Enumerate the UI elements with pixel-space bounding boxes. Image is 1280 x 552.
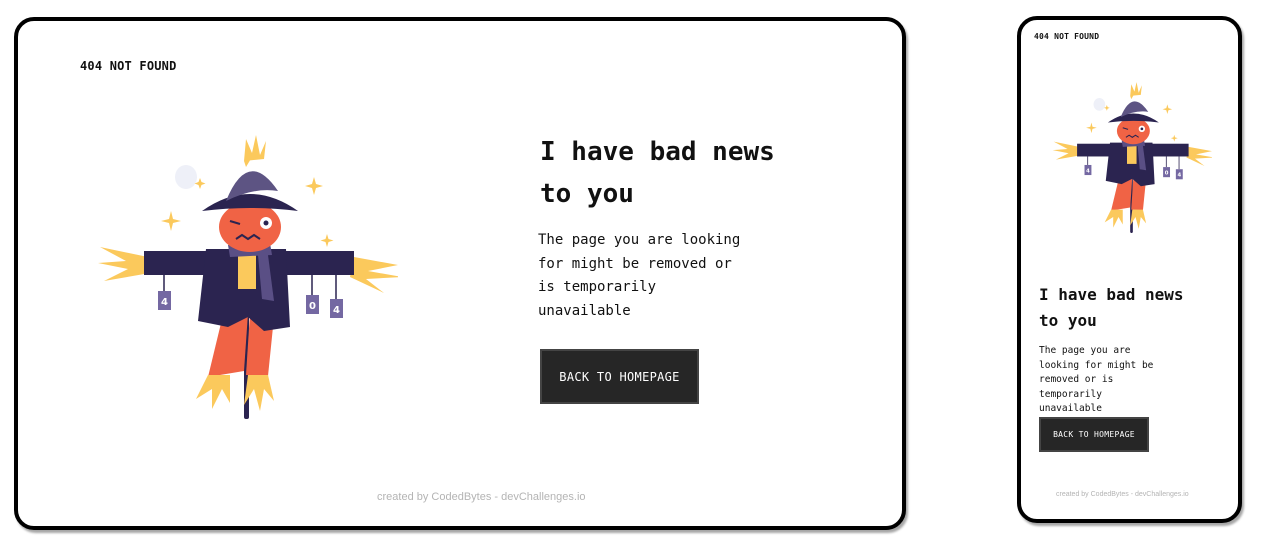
headline: I have bad news to you: [1039, 285, 1184, 330]
back-to-homepage-button[interactable]: BACK TO HOMEPAGE: [540, 349, 699, 404]
brand-title: 404 NOT FOUND: [1034, 32, 1100, 41]
footer-credit[interactable]: created by CodedBytes - devChallenges.io: [1056, 491, 1189, 498]
back-to-homepage-button[interactable]: BACK TO HOMEPAGE: [1039, 417, 1149, 452]
footer-credit[interactable]: created by CodedBytes - devChallenges.io: [377, 491, 586, 503]
scarecrow-illustration: [1035, 80, 1219, 234]
desktop-view: 404 NOT FOUND I have bad news to you The…: [14, 17, 906, 530]
scarecrow-illustration: [78, 131, 398, 421]
error-message: The page you are looking for might be re…: [538, 232, 741, 319]
error-message: The page you are looking for might be re…: [1039, 345, 1154, 414]
mobile-view: 404 NOT FOUND I have bad news to you The…: [1017, 16, 1242, 523]
brand-title: 404 NOT FOUND: [80, 59, 177, 73]
headline: I have bad news to you: [540, 137, 775, 209]
